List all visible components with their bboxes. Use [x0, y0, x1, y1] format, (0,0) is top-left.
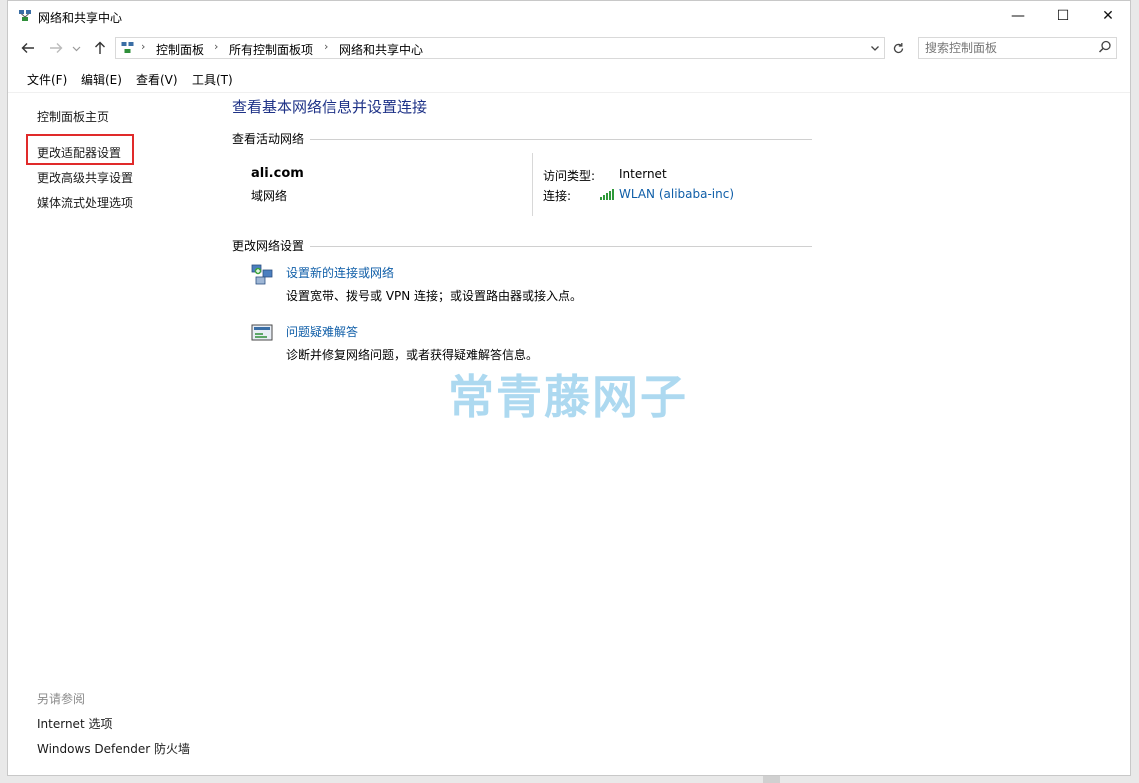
troubleshoot-icon	[251, 324, 273, 341]
refresh-icon	[893, 42, 903, 53]
menu-view[interactable]: 查看(V)	[136, 71, 178, 88]
close-button[interactable]: ✕	[1086, 1, 1130, 31]
menu-file[interactable]: 文件(F)	[27, 71, 67, 88]
control-panel-window: 网络和共享中心 — ☐ ✕ › 控制面板 › 所有控制面板项 › 网络和共享中心	[7, 0, 1131, 776]
network-name: ali.com	[251, 166, 304, 181]
wifi-signal-icon	[600, 189, 614, 200]
menu-divider	[8, 92, 1130, 93]
maximize-button[interactable]: ☐	[1041, 1, 1085, 31]
connection-label: 连接:	[543, 189, 572, 203]
window-title: 网络和共享中心	[38, 11, 123, 25]
search-input[interactable]	[925, 40, 1095, 56]
active-networks-heading: 查看活动网络	[232, 132, 305, 146]
sidebar-item-media-streaming[interactable]: 媒体流式处理选项	[37, 194, 133, 211]
up-button[interactable]	[90, 38, 110, 58]
see-also-heading: 另请参阅	[37, 692, 86, 706]
setup-connection-desc: 设置宽带、拨号或 VPN 连接；或设置路由器或接入点。	[286, 289, 583, 303]
vertical-divider	[532, 153, 533, 216]
address-dropdown-icon[interactable]	[870, 43, 880, 53]
sidebar-item-advanced-sharing[interactable]: 更改高级共享设置	[37, 169, 133, 186]
taskbar-fragment	[763, 776, 780, 783]
network-type: 域网络	[251, 189, 288, 203]
connection-link[interactable]: WLAN (alibaba-inc)	[619, 187, 734, 201]
section-divider	[310, 139, 812, 140]
breadcrumb-separator[interactable]: ›	[214, 40, 218, 53]
control-panel-icon	[121, 42, 134, 53]
network-center-icon	[19, 10, 31, 21]
arrow-left-icon	[21, 43, 34, 53]
section-divider	[310, 246, 812, 247]
recent-locations-button[interactable]	[70, 38, 82, 58]
breadcrumb-control-panel[interactable]: 控制面板	[156, 41, 204, 58]
minimize-button[interactable]: —	[996, 1, 1040, 31]
troubleshoot-link[interactable]: 问题疑难解答	[286, 323, 358, 340]
network-setup-icon	[251, 264, 273, 285]
setup-connection-link[interactable]: 设置新的连接或网络	[286, 264, 394, 281]
address-bar[interactable]: › 控制面板 › 所有控制面板项 › 网络和共享中心	[115, 37, 885, 59]
menu-edit[interactable]: 编辑(E)	[81, 71, 122, 88]
see-also-firewall[interactable]: Windows Defender 防火墙	[37, 740, 190, 757]
search-box[interactable]	[918, 37, 1117, 59]
breadcrumb-network-center[interactable]: 网络和共享中心	[339, 41, 423, 58]
change-settings-heading: 更改网络设置	[232, 239, 305, 253]
sidebar-item-adapter-settings[interactable]: 更改适配器设置	[37, 144, 121, 161]
arrow-up-icon	[95, 41, 105, 54]
sidebar-item-home[interactable]: 控制面板主页	[37, 108, 109, 125]
page-title: 查看基本网络信息并设置连接	[232, 98, 428, 116]
breadcrumb-all-items[interactable]: 所有控制面板项	[229, 41, 313, 58]
search-icon[interactable]	[1098, 40, 1112, 54]
menu-tools[interactable]: 工具(T)	[192, 71, 233, 88]
forward-button[interactable]	[46, 38, 66, 58]
arrow-right-icon	[50, 43, 63, 53]
breadcrumb-separator[interactable]: ›	[141, 40, 145, 53]
title-bar: 网络和共享中心 — ☐ ✕	[8, 1, 1130, 33]
watermark: 常青藤网子	[448, 370, 688, 424]
breadcrumb-separator[interactable]: ›	[324, 40, 328, 53]
refresh-button[interactable]	[888, 37, 908, 59]
access-type-label: 访问类型:	[543, 169, 596, 183]
see-also-internet-options[interactable]: Internet 选项	[37, 715, 112, 732]
back-button[interactable]	[18, 38, 38, 58]
access-type-value: Internet	[619, 167, 667, 181]
chevron-down-icon	[72, 46, 80, 51]
